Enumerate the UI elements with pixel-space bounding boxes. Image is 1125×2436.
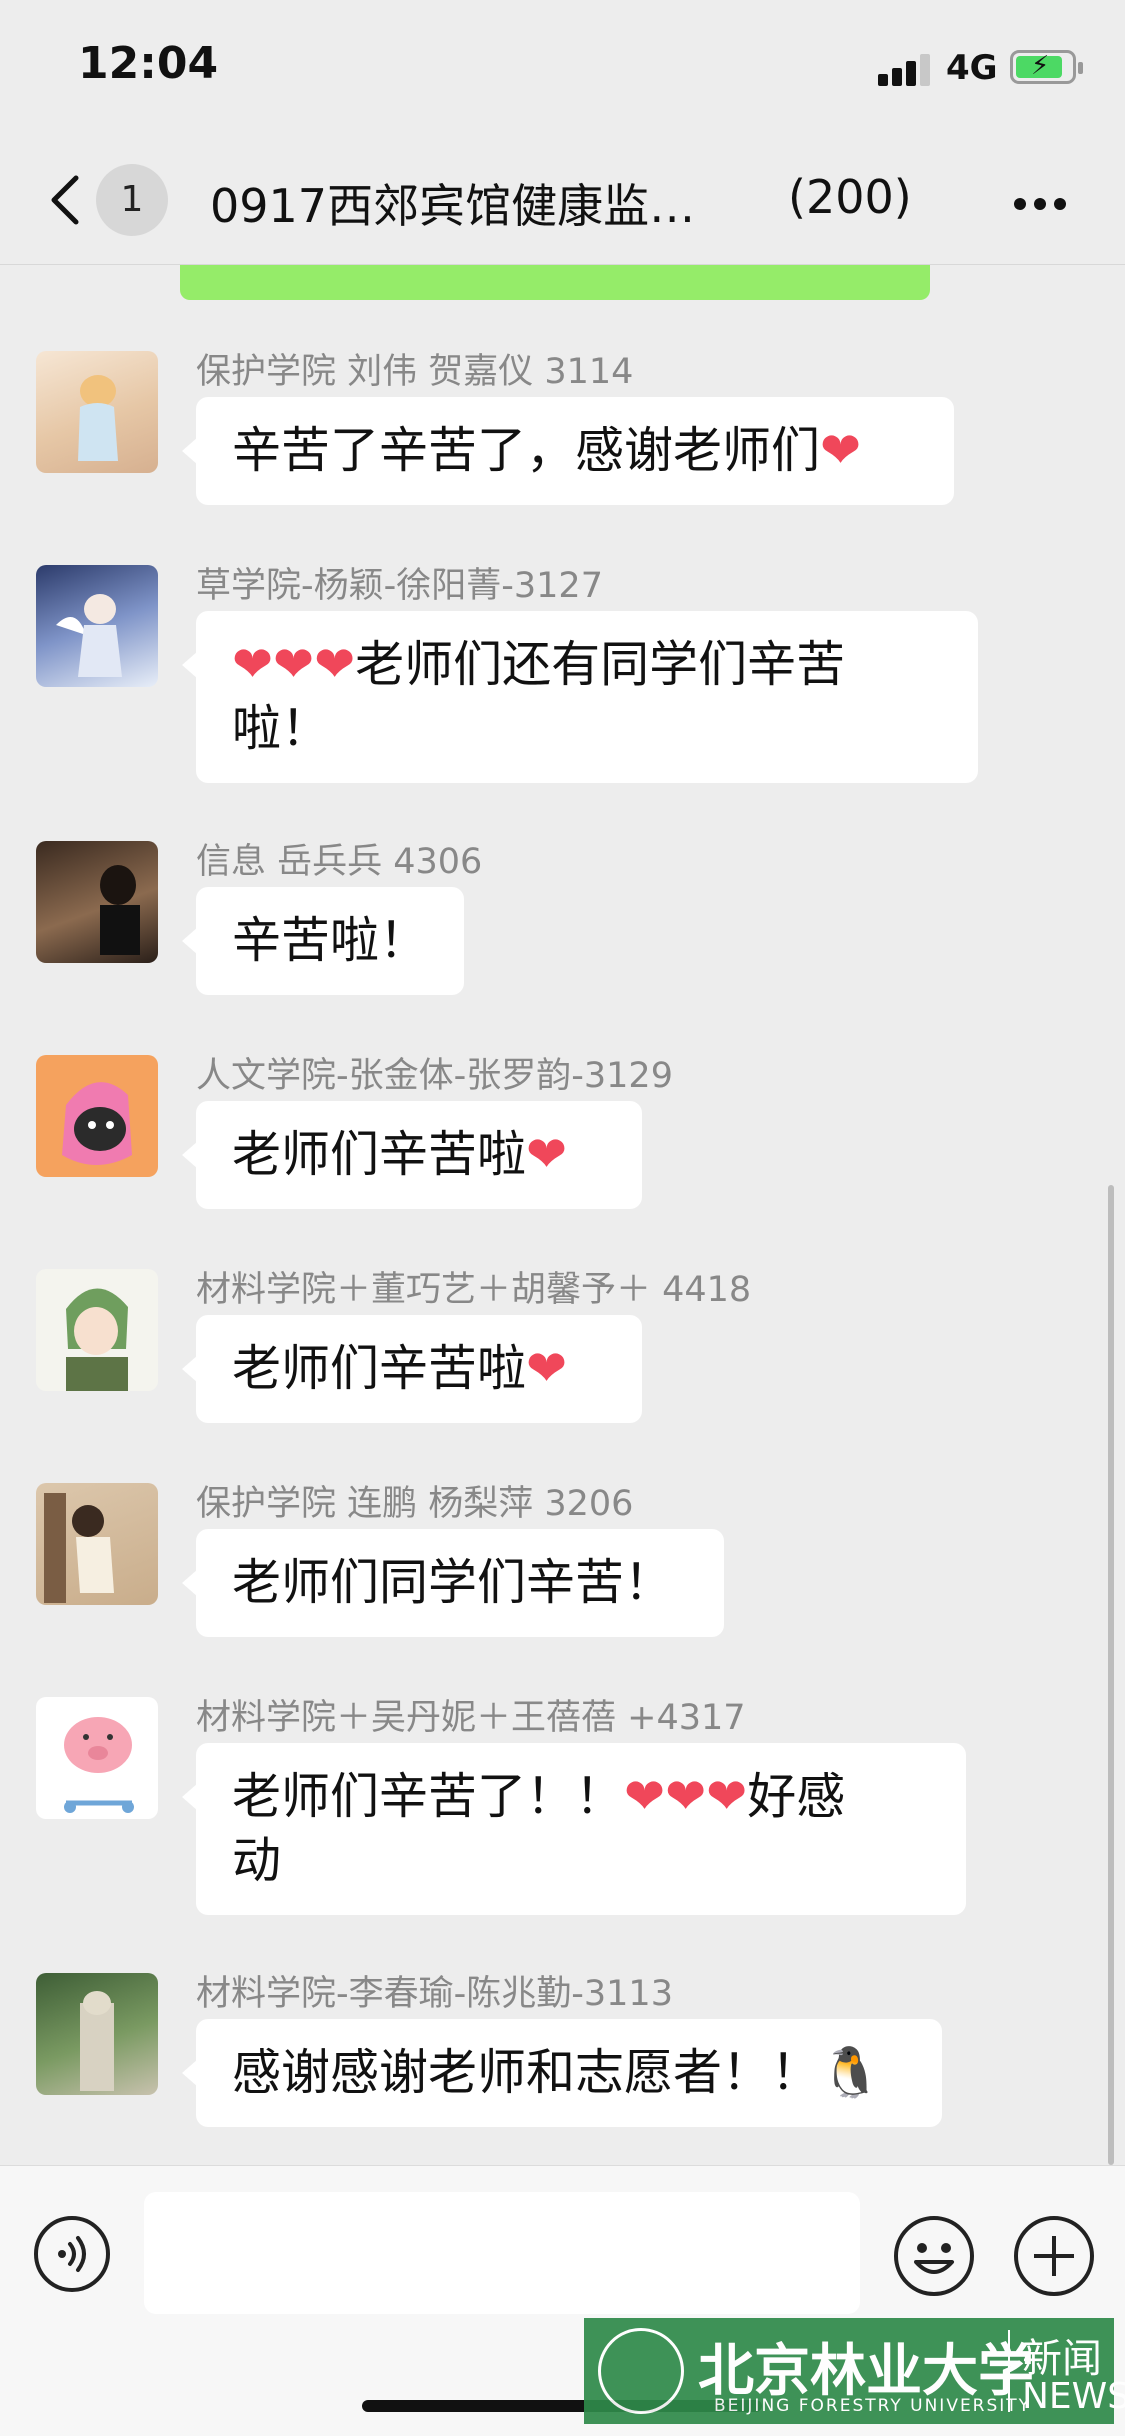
message-bubble[interactable]: 感谢感谢老师和志愿者！！🐧: [182, 2019, 942, 2127]
unread-count-badge[interactable]: 1: [96, 164, 168, 236]
watermark-divider: [1008, 2330, 1010, 2412]
avatar[interactable]: [36, 1697, 158, 1819]
member-count: (200): [788, 170, 912, 224]
sender-name: 材料学院＋吴丹妮＋王蓓蓓 +4317: [196, 1698, 746, 1738]
voice-input-icon[interactable]: [32, 2214, 112, 2294]
wechat-group-chat-screen: 12:04 4G ⚡ 1 0917西郊宾馆健康监… (200) 保护学院 刘伟 …: [0, 0, 1125, 2436]
network-type: 4G: [946, 48, 998, 88]
battery-icon: ⚡: [1010, 50, 1083, 84]
avatar[interactable]: [36, 841, 158, 963]
message-list[interactable]: 保护学院 刘伟 贺嘉仪 3114 辛苦了辛苦了，感谢老师们❤ 草学院-杨颖-徐阳…: [0, 265, 1125, 2165]
watermark-news-en: NEWS: [1022, 2376, 1125, 2417]
message-bubble[interactable]: 辛苦啦！: [182, 887, 464, 995]
message-text: 老师们辛苦啦: [232, 1126, 527, 1183]
message-text: 老师们辛苦了！！: [232, 1768, 625, 1825]
heart-emoji-icon: ❤: [526, 1340, 568, 1397]
university-news-watermark: 北京林业大学 BEIJING FORESTRY UNIVERSITY 新闻 NE…: [584, 2318, 1125, 2424]
message-text: 辛苦啦！: [232, 912, 429, 969]
message-bubble[interactable]: 老师们辛苦了！！❤❤❤好感 动: [182, 1743, 966, 1915]
message-text: 老师们辛苦啦: [232, 1340, 527, 1397]
sender-name: 人文学院-张金体-张罗韵-3129: [196, 1056, 673, 1096]
sender-name: 材料学院＋董巧艺＋胡馨予＋ 4418: [196, 1270, 752, 1310]
message-bubble[interactable]: 老师们辛苦啦❤: [182, 1315, 642, 1423]
status-bar: 12:04 4G ⚡: [0, 0, 1125, 140]
outgoing-message-bubble-partial: [180, 265, 930, 300]
add-attachment-icon[interactable]: [1012, 2214, 1096, 2298]
avatar[interactable]: [36, 351, 158, 473]
heart-emoji-icon: ❤: [820, 422, 862, 479]
sender-name: 信息 岳兵兵 4306: [196, 842, 483, 882]
watermark-en-name: BEIJING FORESTRY UNIVERSITY: [714, 2396, 1032, 2416]
message-text: 老师们同学们辛苦！: [232, 1554, 674, 1611]
message-text-tail: 好感: [747, 1768, 846, 1825]
message-text-line2: 动: [232, 1832, 282, 1889]
message-input[interactable]: [144, 2192, 860, 2314]
university-seal-icon: [598, 2328, 684, 2414]
message-text: 感谢感谢老师和志愿者！！: [232, 2044, 821, 2101]
emoji-icon[interactable]: [892, 2214, 976, 2298]
scrollbar[interactable]: [1108, 1185, 1114, 2165]
avatar[interactable]: [36, 1973, 158, 2095]
avatar[interactable]: [36, 1483, 158, 1605]
sender-name: 保护学院 刘伟 贺嘉仪 3114: [196, 352, 634, 392]
heart-emoji-icon: ❤: [526, 1126, 568, 1183]
sender-name: 材料学院-李春瑜-陈兆勤-3113: [196, 1974, 673, 2014]
message-text: 辛苦了辛苦了，感谢老师们: [232, 422, 821, 479]
avatar[interactable]: [36, 565, 158, 687]
sender-name: 保护学院 连鹏 杨梨萍 3206: [196, 1484, 634, 1524]
avatar[interactable]: [36, 1269, 158, 1391]
status-time: 12:04: [78, 38, 219, 89]
signal-icon: [878, 52, 934, 86]
penguin-emoji-icon: 🐧: [820, 2044, 882, 2101]
message-text-line2: 啦！: [232, 700, 331, 757]
heart-emoji-icon: ❤❤❤: [624, 1768, 748, 1825]
avatar[interactable]: [36, 1055, 158, 1177]
watermark-cn-name: 北京林业大学: [698, 2338, 1034, 2404]
heart-emoji-icon: ❤❤❤: [232, 636, 356, 693]
message-bubble[interactable]: ❤❤❤老师们还有同学们辛苦 啦！: [182, 611, 978, 783]
sender-name: 草学院-杨颖-徐阳菁-3127: [196, 566, 603, 606]
message-bubble[interactable]: 老师们同学们辛苦！: [182, 1529, 724, 1637]
message-bubble[interactable]: 老师们辛苦啦❤: [182, 1101, 642, 1209]
more-options-icon[interactable]: [1010, 198, 1070, 212]
chat-nav-bar: 1 0917西郊宾馆健康监… (200): [0, 140, 1125, 265]
message-bubble[interactable]: 辛苦了辛苦了，感谢老师们❤: [182, 397, 954, 505]
message-text: 老师们还有同学们辛苦: [355, 636, 846, 693]
back-chevron-icon[interactable]: [46, 170, 86, 230]
